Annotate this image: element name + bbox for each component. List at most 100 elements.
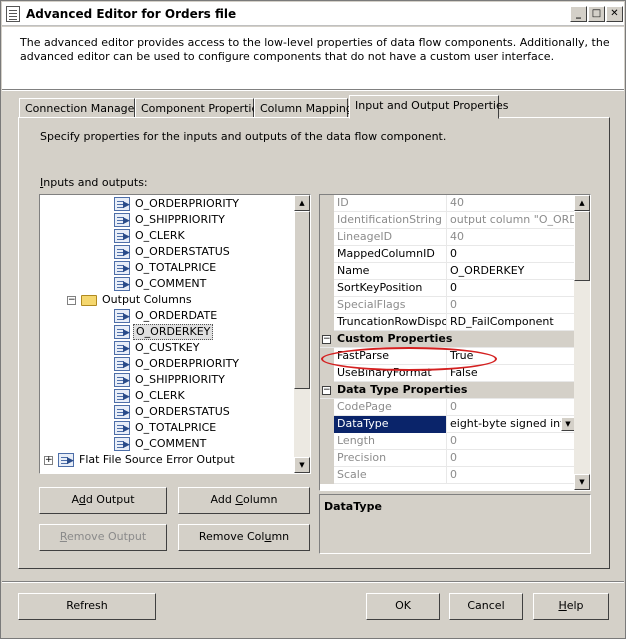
ok-button[interactable]: OK [366, 593, 440, 620]
remove-output-button[interactable]: Remove Output [39, 524, 167, 551]
prop-scroll-up-button[interactable]: ▲ [574, 195, 590, 211]
add-column-button[interactable]: Add Column [178, 487, 310, 514]
dropdown-arrow-icon[interactable]: ▼ [561, 417, 575, 431]
property-value[interactable]: 40 [448, 229, 576, 246]
close-button[interactable]: ✕ [606, 6, 623, 22]
column-icon [114, 197, 130, 213]
property-row[interactable]: UseBinaryFormat False [320, 365, 576, 382]
remove-column-button[interactable]: Remove Column [178, 524, 310, 551]
add-column-post: olumn [243, 493, 278, 506]
expand-icon[interactable]: + [44, 456, 53, 465]
property-row[interactable]: Scale 0 [320, 467, 576, 484]
property-gutter [320, 467, 334, 484]
tab-connection-managers[interactable]: Connection Managers [19, 98, 145, 118]
tree-item[interactable]: O_COMMENT [40, 276, 294, 293]
property-value[interactable]: 40 [448, 195, 576, 212]
property-value[interactable]: 0 [448, 246, 576, 263]
property-name: DataType [334, 416, 447, 433]
header-area: The advanced editor provides access to t… [2, 27, 624, 89]
collapse-icon[interactable]: − [322, 335, 331, 344]
property-row[interactable]: Precision 0 [320, 450, 576, 467]
tree-item[interactable]: O_SHIPPRIORITY [40, 372, 294, 389]
property-row[interactable]: SpecialFlags 0 [320, 297, 576, 314]
property-category[interactable]: − Data Type Properties [320, 382, 576, 399]
property-row[interactable]: TruncationRowDispositRD_FailComponent [320, 314, 576, 331]
maximize-button[interactable]: □ [588, 6, 605, 22]
scroll-down-button[interactable]: ▼ [294, 457, 310, 473]
property-row[interactable]: ID 40 [320, 195, 576, 212]
property-scrollbar[interactable]: ▲ ▼ [574, 195, 590, 490]
property-value[interactable]: 0 [448, 280, 576, 297]
tree-item[interactable]: + Flat File Source Error Output [40, 452, 294, 469]
folder-icon [81, 295, 97, 306]
inputs-outputs-tree[interactable]: + Flat File Source Error Output O_COMMENT O… [39, 194, 311, 474]
property-value[interactable]: 0 [448, 433, 576, 450]
scroll-up-button[interactable]: ▲ [294, 195, 310, 211]
property-row[interactable]: SortKeyPosition 0 [320, 280, 576, 297]
output-column-icon [114, 437, 130, 453]
property-value[interactable]: True [448, 348, 576, 365]
property-name: SpecialFlags [334, 297, 447, 314]
tree-item[interactable]: O_ORDERDATE [40, 308, 294, 325]
property-value[interactable]: 0 [448, 450, 576, 467]
property-row[interactable]: DataType eight-byte signed integ ▼ [320, 416, 576, 433]
tree-item[interactable]: − Output Columns [40, 292, 294, 308]
tree-item[interactable]: O_CLERK [40, 228, 294, 245]
prop-scroll-down-button[interactable]: ▼ [574, 474, 590, 490]
tab-input-output-properties[interactable]: Input and Output Properties [349, 95, 508, 119]
tree-item[interactable]: O_ORDERSTATUS [40, 404, 294, 421]
minimize-button[interactable]: _ [570, 6, 587, 22]
tree-item[interactable]: O_ORDERPRIORITY [40, 356, 294, 373]
collapse-icon[interactable]: − [67, 296, 76, 305]
property-grid[interactable]: Scale 0 Precision 0 Length 0 DataType eight-byt… [319, 194, 591, 491]
property-row[interactable]: LineageID 40 [320, 229, 576, 246]
collapse-icon[interactable]: − [322, 386, 331, 395]
property-value[interactable]: O_ORDERKEY [448, 263, 576, 280]
tree-item-label: Flat File Source Error Output [79, 453, 235, 466]
tab-column-mappings[interactable]: Column Mappings [254, 98, 359, 118]
property-category[interactable]: − Custom Properties [320, 331, 576, 348]
property-description-title: DataType [324, 500, 382, 513]
help-button[interactable]: Help [533, 593, 609, 620]
property-name: Scale [334, 467, 447, 484]
tab-component-properties[interactable]: Component Properties [135, 98, 264, 118]
property-value[interactable]: False [448, 365, 576, 382]
tree-item[interactable]: O_COMMENT [40, 436, 294, 453]
property-value[interactable]: 0 [448, 467, 576, 484]
tree-item[interactable]: O_SHIPPRIORITY [40, 212, 294, 229]
add-column-accel: C [235, 493, 244, 506]
tree-item[interactable]: O_CUSTKEY [40, 340, 294, 357]
tree-item[interactable]: O_ORDERKEY [40, 324, 294, 341]
property-row[interactable]: Length 0 [320, 433, 576, 450]
tree-item[interactable]: O_TOTALPRICE [40, 260, 294, 277]
tree-scrollbar[interactable]: ▲ ▼ [294, 195, 310, 473]
property-row[interactable]: CodePage 0 [320, 399, 576, 416]
property-row[interactable]: FastParse True [320, 348, 576, 365]
scroll-thumb[interactable] [294, 211, 310, 389]
output-column-icon [114, 325, 130, 341]
footer-divider [2, 581, 624, 583]
property-value[interactable]: 0 [448, 399, 576, 416]
property-value[interactable]: RD_FailComponent [448, 314, 576, 331]
help-label: elp [566, 599, 584, 612]
tree-item[interactable]: O_CLERK [40, 388, 294, 405]
property-row[interactable]: IdentificationStringoutput column "O_ORD… [320, 212, 576, 229]
property-row[interactable]: Name O_ORDERKEY [320, 263, 576, 280]
property-gutter [320, 297, 334, 314]
property-value[interactable]: output column "O_ORDER [448, 212, 576, 229]
property-name: ID [334, 195, 447, 212]
property-value[interactable]: eight-byte signed integ [448, 416, 576, 433]
advanced-editor-window: Advanced Editor for Orders file _ □ ✕ Th… [0, 0, 626, 639]
refresh-button[interactable]: Refresh [18, 593, 156, 620]
tree-item[interactable]: O_ORDERPRIORITY [40, 196, 294, 213]
property-name: TruncationRowDisposit [334, 314, 447, 331]
tree-item[interactable]: O_ORDERSTATUS [40, 244, 294, 261]
property-value[interactable]: 0 [448, 297, 576, 314]
io-label-text: nputs and outputs: [43, 176, 148, 189]
add-output-button[interactable]: Add Output [39, 487, 167, 514]
property-row[interactable]: MappedColumnID 0 [320, 246, 576, 263]
tree-item[interactable]: O_TOTALPRICE [40, 420, 294, 437]
prop-scroll-thumb[interactable] [574, 211, 590, 281]
tree-item-label: O_ORDERDATE [135, 309, 218, 322]
cancel-button[interactable]: Cancel [449, 593, 523, 620]
